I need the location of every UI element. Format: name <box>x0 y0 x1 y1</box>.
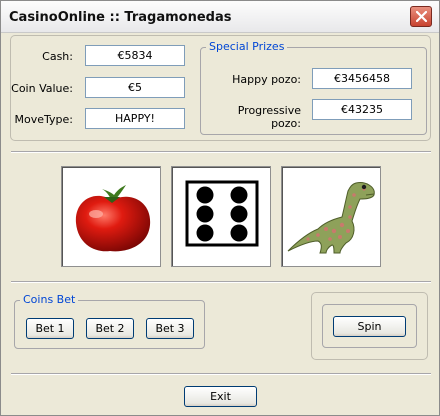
happy-pozo-field[interactable]: €3456458 <box>312 68 412 89</box>
separator-middle <box>11 281 431 283</box>
bet-2-button[interactable]: Bet 2 <box>86 318 134 339</box>
bet-1-button[interactable]: Bet 1 <box>26 318 74 339</box>
move-type-label: MoveType: <box>14 113 73 126</box>
close-button[interactable] <box>410 6 432 27</box>
separator-bottom <box>11 373 431 375</box>
exit-button[interactable]: Exit <box>184 386 257 407</box>
reel-2 <box>171 166 271 267</box>
spin-button[interactable]: Spin <box>333 316 406 337</box>
casino-window: CasinoOnline :: Tragamonedas Cash: €5834… <box>0 0 440 416</box>
happy-pozo-label: Happy pozo: <box>232 73 301 86</box>
move-type-field[interactable]: HAPPY! <box>85 108 185 129</box>
window-title: CasinoOnline :: Tragamonedas <box>9 10 232 25</box>
cash-label: Cash: <box>42 50 73 63</box>
cash-field[interactable]: €5834 <box>85 45 185 66</box>
title-bar[interactable]: CasinoOnline :: Tragamonedas <box>1 1 439 33</box>
special-prizes-legend: Special Prizes <box>206 40 288 53</box>
dinosaur-icon <box>287 182 375 254</box>
separator-top <box>11 151 431 153</box>
coins-bet-legend: Coins Bet <box>20 293 79 306</box>
progressive-pozo-field[interactable]: €43235 <box>312 99 412 120</box>
coin-value-field[interactable]: €5 <box>85 77 185 98</box>
reel-1 <box>61 166 161 267</box>
close-icon <box>416 11 427 22</box>
tomato-icon <box>75 185 151 252</box>
dice-six-icon <box>185 180 259 247</box>
progressive-pozo-label: Progressive pozo: <box>237 104 301 130</box>
reel-3 <box>281 166 381 267</box>
bet-3-button[interactable]: Bet 3 <box>146 318 194 339</box>
coin-value-label: Coin Value: <box>11 82 73 95</box>
